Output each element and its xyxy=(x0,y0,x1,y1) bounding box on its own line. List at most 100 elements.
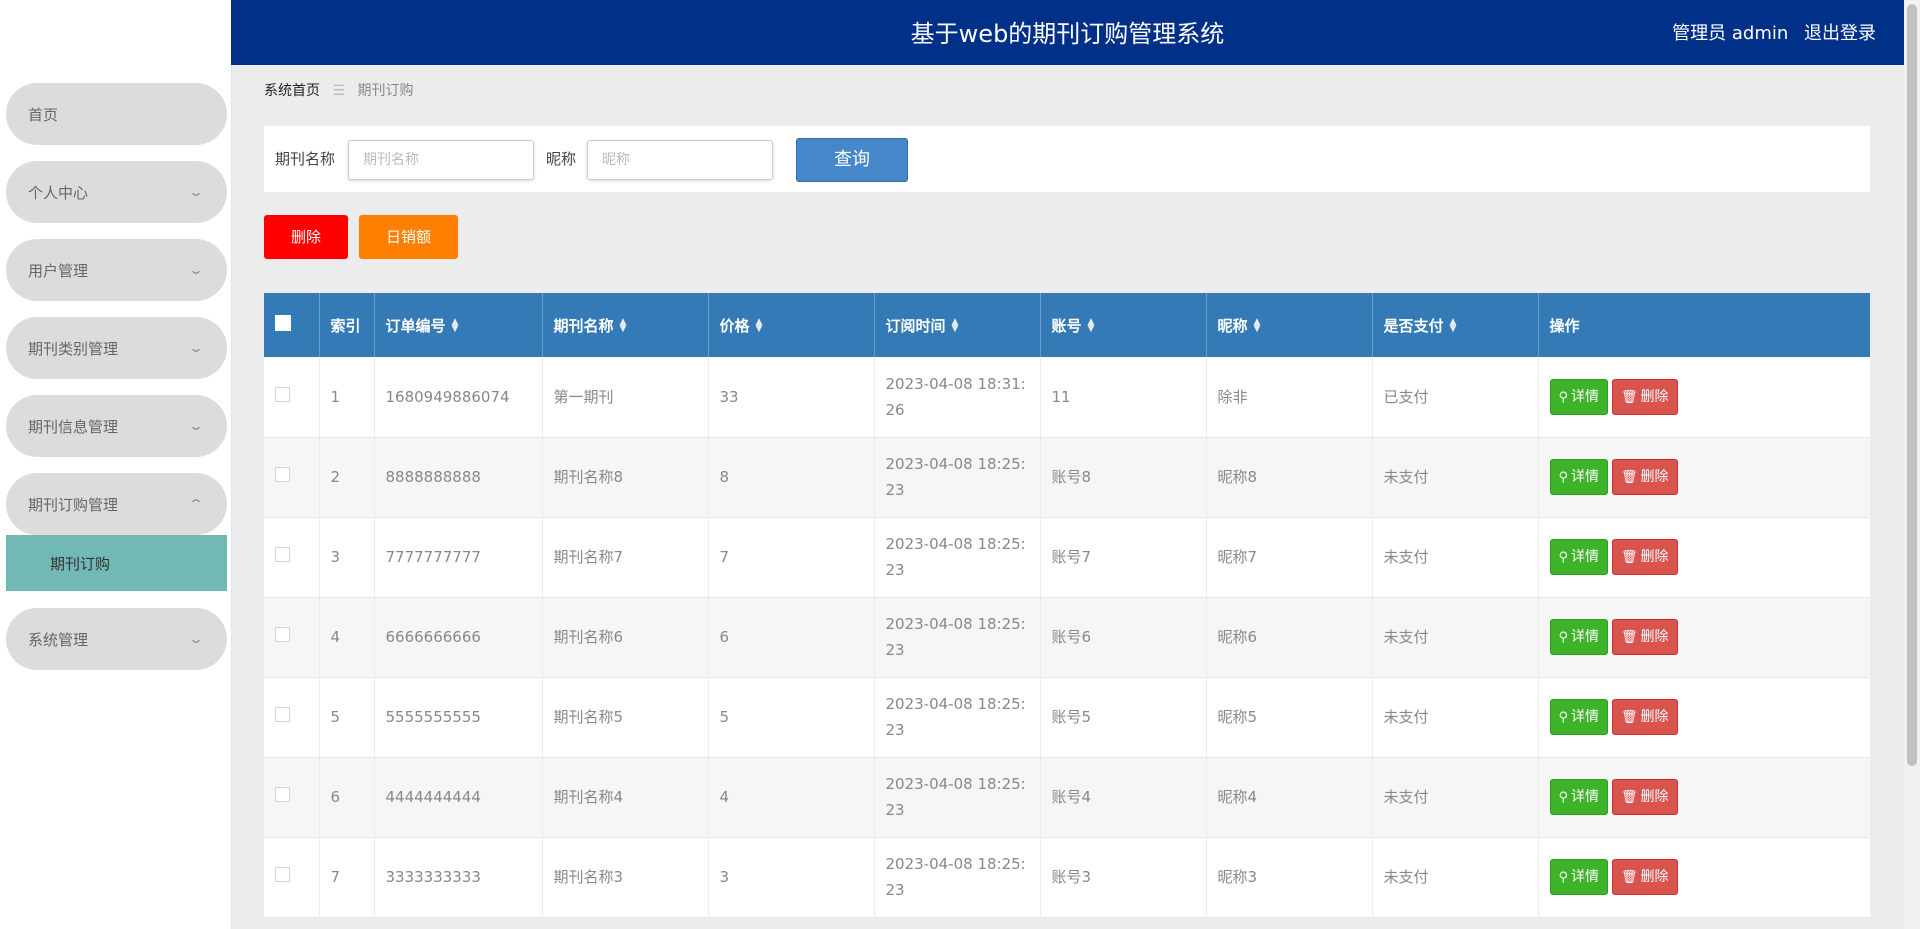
cell-price: 7 xyxy=(708,517,875,598)
sidebar-item-system-management[interactable]: 系统管理 ⌄ xyxy=(6,608,227,670)
cell-price: 4 xyxy=(708,757,875,838)
row-delete-button[interactable]: 🗑 删除 xyxy=(1612,699,1678,735)
trash-icon: 🗑 xyxy=(1621,389,1638,405)
orders-table: 索引 订单编号 ▲ ▼ 期刊名称 ▲ ▼ 价格 ▲ ▼ 订阅时间 ▲ ▼ 账号 ▲ ▼ 昵称 ▲ ▼ 是… xyxy=(264,293,1870,918)
detail-button[interactable]: ⚲ 详情 xyxy=(1549,779,1609,815)
row-checkbox[interactable] xyxy=(275,467,290,482)
sort-icon[interactable]: ▲ ▼ xyxy=(620,318,627,334)
chevron-up-icon: ⌃ xyxy=(187,497,205,511)
daily-sales-button[interactable]: 日销额 xyxy=(359,215,458,259)
query-button[interactable]: 查询 xyxy=(796,138,908,182)
row-checkbox[interactable] xyxy=(275,867,290,882)
cell-index: 2 xyxy=(319,437,375,518)
select-all-checkbox[interactable] xyxy=(275,315,291,331)
sort-icon[interactable]: ▲ ▼ xyxy=(1088,318,1095,334)
cell-subscribe-time: 2023-04-08 18:25:23 xyxy=(874,677,1041,758)
cell-nickname: 昵称5 xyxy=(1206,677,1373,758)
cell-price: 6 xyxy=(708,597,875,678)
table-row: 5 5555555555 期刊名称5 5 2023-04-08 18:25:23 账号5 昵… xyxy=(264,677,1870,758)
sidebar-item-label: 期刊类别管理 xyxy=(28,339,119,358)
top-header: 基于web的期刊订购管理系统 管理员 admin 退出登录 xyxy=(231,0,1904,65)
cell-journal-name: 期刊名称6 xyxy=(542,597,709,678)
breadcrumb-home[interactable]: 系统首页 xyxy=(264,83,320,99)
sidebar-item-category-management[interactable]: 期刊类别管理 ⌄ xyxy=(6,317,227,379)
col-account[interactable]: 账号 ▲ ▼ xyxy=(1040,293,1207,357)
sidebar-item-personal-center[interactable]: 个人中心 ⌄ xyxy=(6,161,227,223)
cell-index: 5 xyxy=(319,677,375,758)
sidebar-item-info-management[interactable]: 期刊信息管理 ⌄ xyxy=(6,395,227,457)
cell-account: 账号3 xyxy=(1040,837,1207,918)
col-journal-name[interactable]: 期刊名称 ▲ ▼ xyxy=(542,293,709,357)
breadcrumb-separator-icon: ☰ xyxy=(332,83,346,99)
row-checkbox[interactable] xyxy=(275,547,290,562)
cell-paid: 未支付 xyxy=(1372,437,1539,518)
search-panel: 期刊名称 昵称 查询 xyxy=(264,126,1870,192)
cell-actions: ⚲ 详情 🗑 删除 xyxy=(1538,517,1870,598)
cell-subscribe-time: 2023-04-08 18:31:26 xyxy=(874,357,1041,438)
row-select-cell xyxy=(264,597,320,678)
cell-subscribe-time: 2023-04-08 18:25:23 xyxy=(874,597,1041,678)
row-delete-button[interactable]: 🗑 删除 xyxy=(1612,539,1678,575)
sidebar-item-user-management[interactable]: 用户管理 ⌄ xyxy=(6,239,227,301)
cell-price: 3 xyxy=(708,837,875,918)
col-nickname[interactable]: 昵称 ▲ ▼ xyxy=(1206,293,1373,357)
breadcrumb: 系统首页 ☰ 期刊订购 xyxy=(264,80,413,100)
table-row: 7 3333333333 期刊名称3 3 2023-04-08 18:25:23 账号3 昵… xyxy=(264,837,1870,918)
cell-index: 4 xyxy=(319,597,375,678)
table-row: 3 7777777777 期刊名称7 7 2023-04-08 18:25:23 账号7 昵… xyxy=(264,517,1870,598)
col-index: 索引 xyxy=(319,293,375,357)
row-delete-button[interactable]: 🗑 删除 xyxy=(1612,378,1678,415)
row-checkbox[interactable] xyxy=(275,386,290,402)
row-delete-button[interactable]: 🗑 删除 xyxy=(1612,459,1678,495)
row-checkbox[interactable] xyxy=(275,707,290,722)
cell-account: 账号4 xyxy=(1040,757,1207,838)
detail-button[interactable]: ⚲ 详情 xyxy=(1549,859,1609,895)
sort-icon[interactable]: ▲ ▼ xyxy=(452,318,459,334)
sidebar-item-label: 期刊信息管理 xyxy=(28,417,119,436)
nickname-input[interactable] xyxy=(587,140,773,180)
detail-button[interactable]: ⚲ 详情 xyxy=(1549,459,1609,495)
sidebar-item-home[interactable]: 首页 xyxy=(6,83,227,145)
row-checkbox[interactable] xyxy=(275,787,290,802)
cell-nickname: 除非 xyxy=(1206,357,1373,438)
detail-button[interactable]: ⚲ 详情 xyxy=(1549,378,1609,415)
search-icon: ⚲ xyxy=(1558,470,1569,485)
logout-link[interactable]: 退出登录 xyxy=(1804,23,1876,44)
journal-name-input[interactable] xyxy=(348,140,534,180)
sidebar: 首页 个人中心 ⌄ 用户管理 ⌄ 期刊类别管理 ⌄ 期刊信息管理 ⌄ 期刊订购管… xyxy=(0,0,232,929)
cell-price: 33 xyxy=(708,357,875,438)
col-subscribe-time[interactable]: 订阅时间 ▲ ▼ xyxy=(874,293,1041,357)
col-order-no[interactable]: 订单编号 ▲ ▼ xyxy=(374,293,543,357)
trash-icon: 🗑 xyxy=(1621,870,1638,885)
cell-journal-name: 期刊名称4 xyxy=(542,757,709,838)
cell-actions: ⚲ 详情 🗑 删除 xyxy=(1538,597,1870,678)
trash-icon: 🗑 xyxy=(1621,710,1638,725)
cell-subscribe-time: 2023-04-08 18:25:23 xyxy=(874,837,1041,918)
detail-button[interactable]: ⚲ 详情 xyxy=(1549,539,1609,575)
row-delete-button[interactable]: 🗑 删除 xyxy=(1612,619,1678,655)
col-price[interactable]: 价格 ▲ ▼ xyxy=(708,293,875,357)
sort-icon[interactable]: ▲ ▼ xyxy=(756,318,763,334)
cell-paid: 未支付 xyxy=(1372,517,1539,598)
sort-icon[interactable]: ▲ ▼ xyxy=(952,318,959,334)
detail-button[interactable]: ⚲ 详情 xyxy=(1549,699,1609,735)
cell-actions: ⚲ 详情 🗑 删除 xyxy=(1538,757,1870,838)
cell-paid: 未支付 xyxy=(1372,757,1539,838)
row-checkbox[interactable] xyxy=(275,627,290,642)
cell-index: 6 xyxy=(319,757,375,838)
sidebar-item-order-management[interactable]: 期刊订购管理 ⌃ xyxy=(6,473,227,535)
row-delete-button[interactable]: 🗑 删除 xyxy=(1612,779,1678,815)
batch-delete-button[interactable]: 删除 xyxy=(264,215,348,259)
col-paid[interactable]: 是否支付 ▲ ▼ xyxy=(1372,293,1539,357)
cell-journal-name: 期刊名称7 xyxy=(542,517,709,598)
sort-icon[interactable]: ▲ ▼ xyxy=(1450,318,1457,334)
cell-paid: 未支付 xyxy=(1372,677,1539,758)
cell-subscribe-time: 2023-04-08 18:25:23 xyxy=(874,517,1041,598)
cell-index: 1 xyxy=(319,357,375,438)
detail-button[interactable]: ⚲ 详情 xyxy=(1549,619,1609,655)
cell-actions: ⚲ 详情 🗑 删除 xyxy=(1538,437,1870,518)
row-delete-button[interactable]: 🗑 删除 xyxy=(1612,859,1678,895)
scrollbar-thumb[interactable] xyxy=(1907,4,1917,766)
sort-icon[interactable]: ▲ ▼ xyxy=(1254,318,1261,334)
sidebar-subitem-order[interactable]: 期刊订购 xyxy=(6,535,227,591)
